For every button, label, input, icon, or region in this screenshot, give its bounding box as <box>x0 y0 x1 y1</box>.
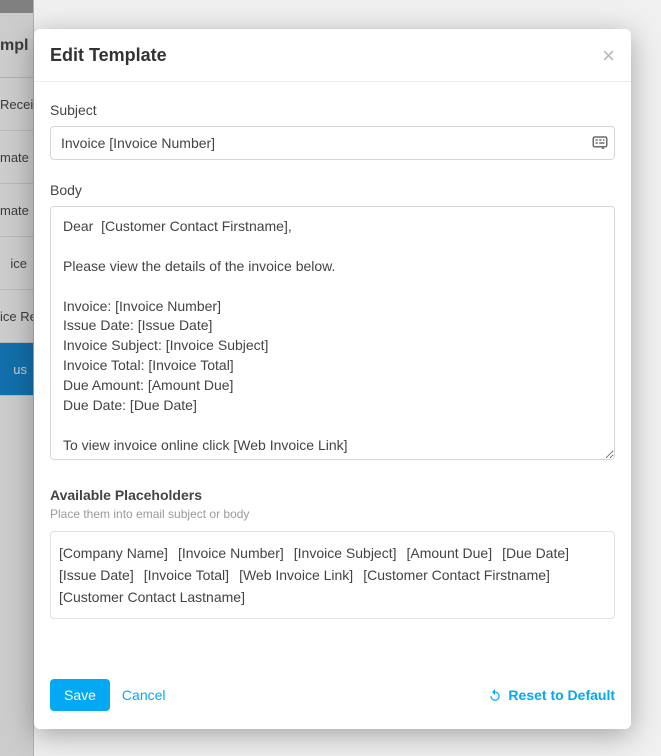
reset-label: Reset to Default <box>508 687 615 703</box>
placeholder-chip[interactable]: [Invoice Subject] <box>294 542 407 564</box>
cancel-button[interactable]: Cancel <box>122 687 166 703</box>
edit-template-modal: Edit Template × Subject Body Available P… <box>34 29 631 729</box>
reset-to-default-button[interactable]: Reset to Default <box>488 687 615 703</box>
body-textarea[interactable] <box>50 206 615 460</box>
save-button[interactable]: Save <box>50 679 110 711</box>
sidebar-item-active: us <box>0 343 33 396</box>
modal-footer: Save Cancel Reset to Default <box>34 665 631 729</box>
placeholder-chip[interactable]: [Company Name] <box>59 542 178 564</box>
placeholder-chip[interactable]: [Invoice Number] <box>178 542 294 564</box>
placeholder-chip[interactable]: [Due Date] <box>502 542 579 564</box>
placeholders-group: Available Placeholders Place them into e… <box>50 487 615 619</box>
subject-group: Subject <box>50 102 615 160</box>
background-sidebar: mpl Receiv mate mate ice ice Re us <box>0 0 34 756</box>
placeholder-chip[interactable]: [Invoice Total] <box>144 564 239 586</box>
subject-label: Subject <box>50 102 615 118</box>
placeholders-box: [Company Name] [Invoice Number] [Invoice… <box>50 531 615 619</box>
placeholders-hint: Place them into email subject or body <box>50 507 615 521</box>
sidebar-heading: mpl <box>0 13 33 78</box>
placeholder-chip[interactable]: [Customer Contact Firstname] <box>363 564 560 586</box>
placeholder-chip[interactable]: [Amount Due] <box>407 542 503 564</box>
subject-input[interactable] <box>50 126 615 160</box>
body-label: Body <box>50 182 615 198</box>
placeholder-chip[interactable]: [Customer Contact Lastname] <box>59 586 255 608</box>
reset-icon <box>488 688 502 702</box>
modal-body: Subject Body Available Placeholders Plac… <box>34 82 631 665</box>
close-button[interactable]: × <box>602 47 615 65</box>
body-group: Body <box>50 182 615 465</box>
sidebar-item: mate <box>0 184 33 237</box>
sidebar-item: ice Re <box>0 290 33 343</box>
sidebar-item: ice <box>0 237 33 290</box>
modal-header: Edit Template × <box>34 29 631 82</box>
modal-title: Edit Template <box>50 45 167 66</box>
placeholder-chip[interactable]: [Issue Date] <box>59 564 144 586</box>
placeholder-chip[interactable]: [Web Invoice Link] <box>239 564 363 586</box>
placeholders-title: Available Placeholders <box>50 487 615 503</box>
sidebar-item: Receiv <box>0 78 33 131</box>
sidebar-item: mate <box>0 131 33 184</box>
insert-placeholder-icon[interactable] <box>591 134 609 152</box>
